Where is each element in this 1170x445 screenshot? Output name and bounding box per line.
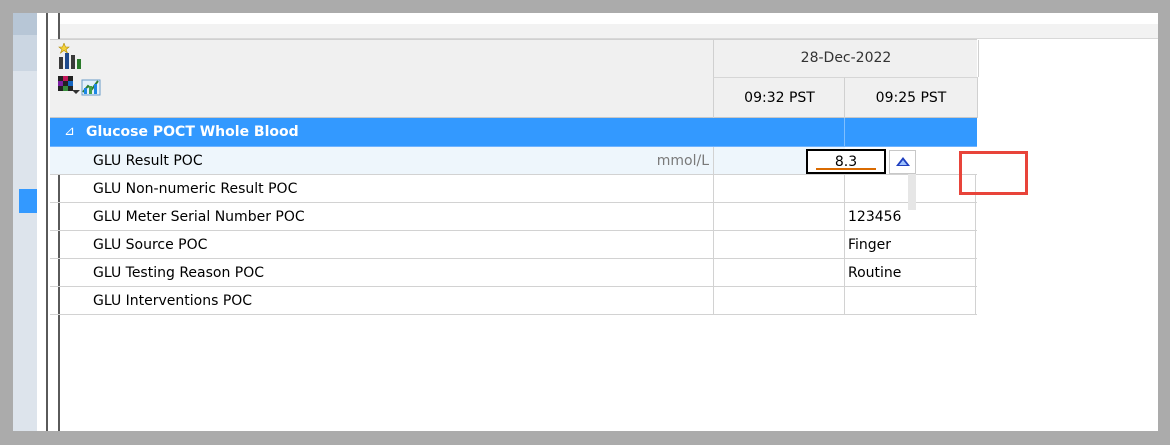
result-cell[interactable] [713,175,845,202]
date-column-header: 28-Dec-2022 [713,40,979,77]
table-row[interactable]: GLU Interventions POC [50,287,977,315]
row-label: GLU Testing Reason POC [93,265,265,281]
left-navigation-strip [13,13,37,431]
row-unit: mmol/L [656,153,709,169]
result-cell[interactable] [713,259,845,286]
group-label: Glucose POCT Whole Blood [86,124,299,140]
table-row[interactable]: GLU Testing Reason POC Routine [50,259,977,287]
left-strip-selection-marker[interactable] [19,189,37,213]
top-toolbar-strip [60,24,1158,39]
row-label: GLU Source POC [93,237,208,253]
table-row[interactable]: GLU Meter Serial Number POC 123456 [50,203,977,231]
result-cell[interactable] [844,287,976,314]
flowsheet-grid: 28-Dec-2022 09:32 PST 09:25 PST ⊿ Glucos… [50,39,979,315]
table-row[interactable]: GLU Non-numeric Result POC [50,175,977,203]
row-label: GLU Non-numeric Result POC [93,181,298,197]
left-strip-segment [13,13,37,35]
result-cell[interactable] [713,203,845,230]
row-label: GLU Interventions POC [93,293,253,309]
result-cell[interactable]: Finger [844,231,976,258]
table-row[interactable]: GLU Source POC Finger [50,231,977,259]
time-column-header[interactable]: 09:25 PST [844,77,978,118]
triangle-up-icon[interactable] [895,156,911,168]
left-strip-segment [13,35,37,71]
result-cell[interactable]: Routine [844,259,976,286]
edit-underline [816,168,876,170]
result-cell[interactable] [713,287,845,314]
row-label-cell: GLU Meter Serial Number POC [50,203,713,230]
row-label-cell: GLU Non-numeric Result POC [50,175,713,202]
group-row-glucose[interactable]: ⊿ Glucose POCT Whole Blood [50,118,977,147]
row-label-cell: GLU Result POC mmol/L [50,147,713,174]
collapse-toggle-icon[interactable]: ⊿ [64,118,75,146]
highlight-callout-box [959,151,1028,195]
row-label-cell: GLU Interventions POC [50,287,713,314]
column-divider [844,118,845,146]
time-column-header[interactable]: 09:32 PST [713,77,845,118]
row-label-cell: GLU Source POC [50,231,713,258]
result-edit-field[interactable]: 8.3 [806,149,886,174]
spinner-button[interactable] [889,150,916,174]
color-grid-chart-icon[interactable] [58,74,102,96]
row-label-cell: GLU Testing Reason POC [50,259,713,286]
row-label: GLU Meter Serial Number POC [93,209,305,225]
pane-divider[interactable] [46,13,48,431]
bar-chart-sparkle-icon[interactable] [58,43,82,69]
grid-header: 28-Dec-2022 09:32 PST 09:25 PST [50,39,979,118]
result-cell[interactable] [713,231,845,258]
row-label: GLU Result POC [93,153,203,169]
